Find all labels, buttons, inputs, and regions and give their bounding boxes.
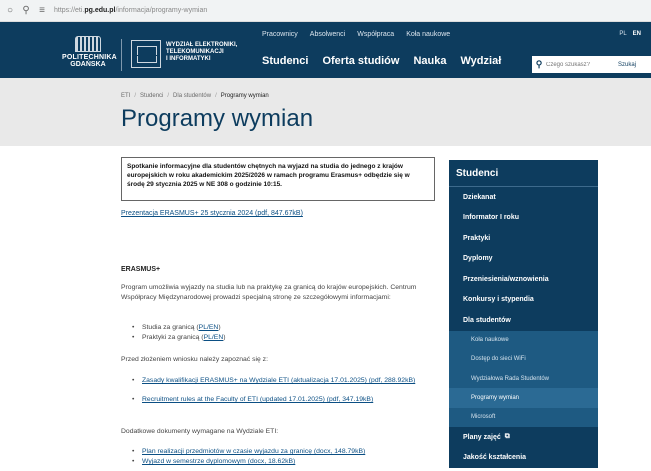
section-heading: ERASMUS+ (121, 266, 161, 273)
breadcrumb-eti[interactable]: ETI (121, 93, 130, 99)
list-item: Praktyki za granicą (PL/EN) (130, 333, 226, 343)
list-item-text: ) (223, 334, 226, 341)
study-abroad-link[interactable]: PL/EN (199, 324, 219, 331)
sidebar-item-diplomas[interactable]: Dyplomy (449, 249, 598, 270)
additional-docs-list: Plan realizacji przedmiotów w czasie wyj… (130, 447, 365, 467)
list-item: Plan realizacji przedmiotów w czasie wyj… (130, 447, 365, 457)
sidebar-subitem-microsoft[interactable]: Microsoft (449, 407, 598, 427)
search-button[interactable]: Szukaj (618, 62, 636, 68)
url-text[interactable]: https://eti.pg.edu.pl/informacja/program… (54, 7, 207, 14)
sidebar-item-for-students[interactable]: Dla studentów (449, 310, 598, 331)
lock-icon: ⚲ (22, 5, 30, 16)
pg-crest-icon (75, 36, 101, 52)
pg-logo[interactable]: POLITECHNIKA GDAŃSKA (62, 36, 117, 74)
eti-logo-line3: I INFORMATYKI (166, 56, 211, 62)
topnav-cooperation[interactable]: Współpraca (357, 31, 394, 38)
mainnav-science[interactable]: Nauka (413, 55, 446, 67)
breadcrumb-separator: / (167, 93, 170, 99)
qualification-rules-link[interactable]: Zasady kwalifikacji ERASMUS+ na Wydziale… (142, 377, 415, 384)
eti-logo-icon[interactable] (131, 40, 161, 68)
breadcrumb-for-students[interactable]: Dla studentów (173, 93, 211, 99)
pg-logo-line1: POLITECHNIKA (62, 54, 117, 61)
top-navigation: Pracownicy Absolwenci Współpraca Koła na… (262, 31, 450, 38)
sidebar-item-education-quality[interactable]: Jakość kształcenia (449, 447, 598, 468)
sidebar-title[interactable]: Studenci (449, 160, 598, 187)
topnav-alumni[interactable]: Absolwenci (310, 31, 345, 38)
mainnav-study-offer[interactable]: Oferta studiów (322, 55, 399, 67)
thesis-semester-link[interactable]: Wyjazd w semestrze dyplomowym (docx, 18.… (142, 458, 295, 465)
browser-address-bar[interactable]: ○ ⚲ ≡ https://eti.pg.edu.pl/informacja/p… (0, 0, 651, 22)
list-item: Studia za granicą (PL/EN) (130, 323, 226, 333)
external-link-icon: ⧉ (504, 433, 510, 441)
list-item-text: ) (218, 324, 221, 331)
breadcrumb-students[interactable]: Studenci (140, 93, 163, 99)
sidebar-item-first-year-guide[interactable]: Informator I roku (449, 208, 598, 229)
before-apply-text: Przed złożeniem wniosku należy zapoznać … (121, 356, 268, 363)
eti-logo-line1: WYDZIAŁ ELEKTRONIKI, (166, 42, 238, 48)
breadcrumb-current: Programy wymian (220, 93, 269, 99)
topnav-science-clubs[interactable]: Koła naukowe (406, 31, 450, 38)
sidebar: Studenci Dziekanat Informator I roku Pra… (449, 160, 598, 468)
course-plan-link[interactable]: Plan realizacji przedmiotów w czasie wyj… (142, 448, 365, 455)
lang-en[interactable]: EN (633, 31, 641, 37)
sidebar-item-timetables[interactable]: Plany zajęć ⧉ (449, 427, 598, 448)
mainnav-faculty[interactable]: Wydział (461, 55, 502, 67)
sidebar-item-scholarships[interactable]: Konkursy i stypendia (449, 290, 598, 311)
language-switcher: PL EN (619, 31, 641, 37)
sidebar-subitem-science-clubs[interactable]: Koła naukowe (449, 330, 598, 350)
search-icon[interactable]: ⚲ (532, 59, 546, 70)
main-navigation: Studenci Oferta studiów Nauka Wydział (262, 55, 501, 67)
logo-divider (121, 39, 122, 71)
search-box: ⚲ Szukaj (532, 56, 651, 73)
breadcrumb-separator: / (215, 93, 217, 99)
sidebar-item-transfers[interactable]: Przeniesienia/wznowienia (449, 269, 598, 290)
sidebar-item-deans-office[interactable]: Dziekanat (449, 187, 598, 208)
sidebar-subitem-student-council[interactable]: Wydziałowa Rada Studentów (449, 369, 598, 389)
reload-icon[interactable]: ○ (4, 5, 16, 17)
mainnav-students[interactable]: Studenci (262, 55, 308, 67)
pg-logo-line2: GDAŃSKA (70, 61, 106, 68)
list-item: Zasady kwalifikacji ERASMUS+ na Wydziale… (130, 376, 420, 386)
breadcrumb-separator: / (134, 93, 137, 99)
sidebar-item-internships[interactable]: Praktyki (449, 228, 598, 249)
erasmus-presentation-link[interactable]: Prezentacja ERASMUS+ 25 stycznia 2024 (p… (121, 210, 303, 217)
internship-abroad-link[interactable]: PL/EN (204, 334, 224, 341)
list-item-text: Praktyki za granicą ( (142, 334, 204, 341)
info-notice: Spotkanie informacyjne dla studentów chę… (121, 157, 435, 201)
additional-docs-text: Dodatkowe dokumenty wymagane na Wydziale… (121, 428, 279, 435)
eti-logo-line2: TELEKOMUNIKACJI (166, 49, 224, 55)
intro-paragraph: Program umożliwia wyjazdy na studia lub … (121, 284, 417, 301)
page-title: Programy wymian (121, 105, 314, 132)
title-band: ETI / Studenci / Dla studentów / Program… (0, 78, 651, 146)
sidebar-subitem-wifi[interactable]: Dostęp do sieci WiFi (449, 349, 598, 370)
sidebar-subitem-exchange-programs[interactable]: Programy wymian (449, 388, 598, 408)
recruitment-rules-link[interactable]: Recruitment rules at the Faculty of ETI … (142, 396, 373, 403)
list-item-text: Studia za granicą ( (142, 324, 199, 331)
eti-logo-text[interactable]: WYDZIAŁ ELEKTRONIKI, TELEKOMUNIKACJI I I… (166, 42, 237, 63)
site-settings-icon[interactable]: ≡ (36, 5, 48, 17)
list-item: Recruitment rules at the Faculty of ETI … (130, 395, 420, 405)
documents-list: Zasady kwalifikacji ERASMUS+ na Wydziale… (130, 376, 420, 405)
info-list: Studia za granicą (PL/EN) Praktyki za gr… (130, 323, 226, 343)
sidebar-item-timetables-label: Plany zajęć (463, 433, 501, 441)
lang-pl[interactable]: PL (619, 31, 626, 37)
breadcrumb: ETI / Studenci / Dla studentów / Program… (121, 93, 269, 99)
search-input[interactable] (546, 61, 606, 68)
list-item: Wyjazd w semestrze dyplomowym (docx, 18.… (130, 457, 365, 467)
topnav-staff[interactable]: Pracownicy (262, 31, 298, 38)
site-header: POLITECHNIKA GDAŃSKA WYDZIAŁ ELEKTRONIKI… (0, 22, 651, 78)
